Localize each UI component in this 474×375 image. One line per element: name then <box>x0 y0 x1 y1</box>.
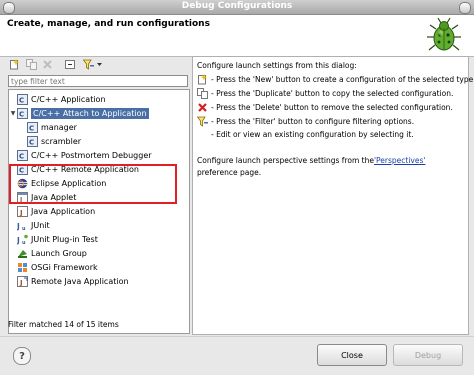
c-app-icon: C <box>17 93 28 105</box>
window-close-button[interactable] <box>459 2 471 14</box>
config-icon: C <box>27 121 38 133</box>
perspectives-link[interactable]: 'Perspectives' <box>374 156 425 165</box>
debug-button[interactable]: Debug <box>393 344 463 366</box>
tree-item-manager[interactable]: C manager <box>9 120 189 134</box>
configuration-list-pane: type filter text C C/C++ Application ▼ C… <box>4 56 192 335</box>
eclipse-icon <box>17 178 28 189</box>
svg-text:C: C <box>19 152 24 160</box>
tree-item-c-cpp-application[interactable]: C C/C++ Application <box>9 92 189 106</box>
svg-text:u: u <box>22 226 26 231</box>
c-postmortem-icon: C <box>17 149 28 161</box>
svg-text:J: J <box>19 279 23 287</box>
collapse-all-icon[interactable] <box>64 58 76 70</box>
delete-config-icon <box>197 102 208 113</box>
info-perspective-suffix: preference page. <box>197 168 262 177</box>
filter-input[interactable]: type filter text <box>8 75 188 87</box>
junit-icon: Ju <box>17 220 28 231</box>
svg-text:C: C <box>19 96 24 104</box>
svg-text:C: C <box>29 124 34 132</box>
tree-item-label: Java Application <box>31 206 96 216</box>
tree-item-osgi-framework[interactable]: OSGi Framework <box>9 260 189 274</box>
info-pane: Configure launch settings from this dial… <box>192 56 474 335</box>
new-config-icon <box>197 74 208 85</box>
svg-text:J: J <box>19 196 22 203</box>
close-button[interactable]: Close <box>317 344 387 366</box>
bug-logo-icon <box>427 17 461 51</box>
tree-item-label: Eclipse Application <box>31 178 107 188</box>
filter-status: Filter matched 14 of 15 items <box>8 320 119 329</box>
svg-text:C: C <box>19 110 24 118</box>
java-applet-icon: J <box>17 191 28 203</box>
tree-item-label: C/C++ Remote Application <box>31 164 139 174</box>
info-filter-text: - Press the 'Filter' button to configure… <box>211 117 415 126</box>
tree-item-label: OSGi Framework <box>31 262 98 272</box>
window-title: Debug Configurations <box>181 1 293 11</box>
help-icon[interactable]: ? <box>13 347 31 365</box>
svg-text:J: J <box>19 209 23 217</box>
junit-plugin-icon: Ju <box>17 234 28 245</box>
info-new-line: - Press the 'New' button to create a con… <box>197 74 474 85</box>
info-delete-line: - Press the 'Delete' button to remove th… <box>197 102 453 113</box>
svg-text:J: J <box>17 222 20 231</box>
tree-item-junit-plugin-test[interactable]: Ju JUnit Plug-in Test <box>9 232 189 246</box>
config-toolbar <box>4 56 192 73</box>
remote-java-icon: J <box>17 275 28 287</box>
new-config-icon[interactable] <box>8 58 20 70</box>
info-new-text: - Press the 'New' button to create a con… <box>211 75 474 84</box>
tree-item-label: scrambler <box>41 136 82 146</box>
config-icon: C <box>27 135 38 147</box>
c-attach-icon: C <box>17 107 28 119</box>
tree-item-c-cpp-postmortem[interactable]: C C/C++ Postmortem Debugger <box>9 148 189 162</box>
tree-item-java-application[interactable]: J Java Application <box>9 204 189 218</box>
info-edit-text: - Edit or view an existing configuration… <box>211 130 414 139</box>
expand-arrow-icon[interactable]: ▼ <box>9 110 17 117</box>
svg-text:J: J <box>17 236 20 245</box>
tree-item-label: C/C++ Attach to Application <box>31 107 149 119</box>
info-perspective-line: Configure launch perspective settings fr… <box>197 156 425 165</box>
tree-item-label: JUnit Plug-in Test <box>31 234 98 244</box>
delete-config-icon[interactable] <box>41 58 53 70</box>
tree-item-label: JUnit <box>31 220 50 230</box>
tree-item-remote-java-application[interactable]: J Remote Java Application <box>9 274 189 288</box>
configuration-tree[interactable]: C C/C++ Application ▼ C C/C++ Attach to … <box>8 89 190 334</box>
tree-item-launch-group[interactable]: Launch Group <box>9 246 189 260</box>
svg-text:u: u <box>22 240 26 245</box>
duplicate-config-icon <box>197 88 208 99</box>
tree-item-c-cpp-attach[interactable]: ▼ C C/C++ Attach to Application <box>9 106 189 120</box>
tree-item-label: manager <box>41 122 77 132</box>
svg-text:C: C <box>29 138 34 146</box>
info-duplicate-text: - Press the 'Duplicate' button to copy t… <box>211 89 454 98</box>
tree-item-label: C/C++ Postmortem Debugger <box>31 150 152 160</box>
filter-config-icon[interactable] <box>82 58 94 70</box>
filter-config-icon <box>197 116 208 127</box>
info-perspective-prefix: Configure launch perspective settings fr… <box>197 156 374 165</box>
duplicate-config-icon[interactable] <box>25 58 37 70</box>
info-delete-text: - Press the 'Delete' button to remove th… <box>211 103 453 112</box>
header-title: Create, manage, and run configurations <box>7 19 210 29</box>
window-titlebar: Debug Configurations <box>0 0 474 15</box>
c-remote-icon: C <box>17 163 28 175</box>
tree-item-c-cpp-remote[interactable]: C C/C++ Remote Application <box>9 162 189 176</box>
tree-item-label: C/C++ Application <box>31 94 106 104</box>
tree-item-label: Launch Group <box>31 248 87 258</box>
tree-item-eclipse-application[interactable]: Eclipse Application <box>9 176 189 190</box>
tree-item-java-applet[interactable]: J Java Applet <box>9 190 189 204</box>
launch-group-icon <box>17 248 28 259</box>
info-filter-line: - Press the 'Filter' button to configure… <box>197 116 414 127</box>
tree-item-junit[interactable]: Ju JUnit <box>9 218 189 232</box>
info-intro: Configure launch settings from this dial… <box>197 61 357 70</box>
filter-dropdown-icon[interactable] <box>95 58 103 70</box>
info-duplicate-line: - Press the 'Duplicate' button to copy t… <box>197 88 453 99</box>
java-app-icon: J <box>17 205 28 217</box>
tree-item-label: Java Applet <box>31 192 77 202</box>
osgi-icon <box>17 262 28 273</box>
svg-text:C: C <box>19 166 24 174</box>
dialog-header: Create, manage, and run configurations <box>0 15 474 57</box>
tree-item-scrambler[interactable]: C scrambler <box>9 134 189 148</box>
tree-item-label: Remote Java Application <box>31 276 129 286</box>
